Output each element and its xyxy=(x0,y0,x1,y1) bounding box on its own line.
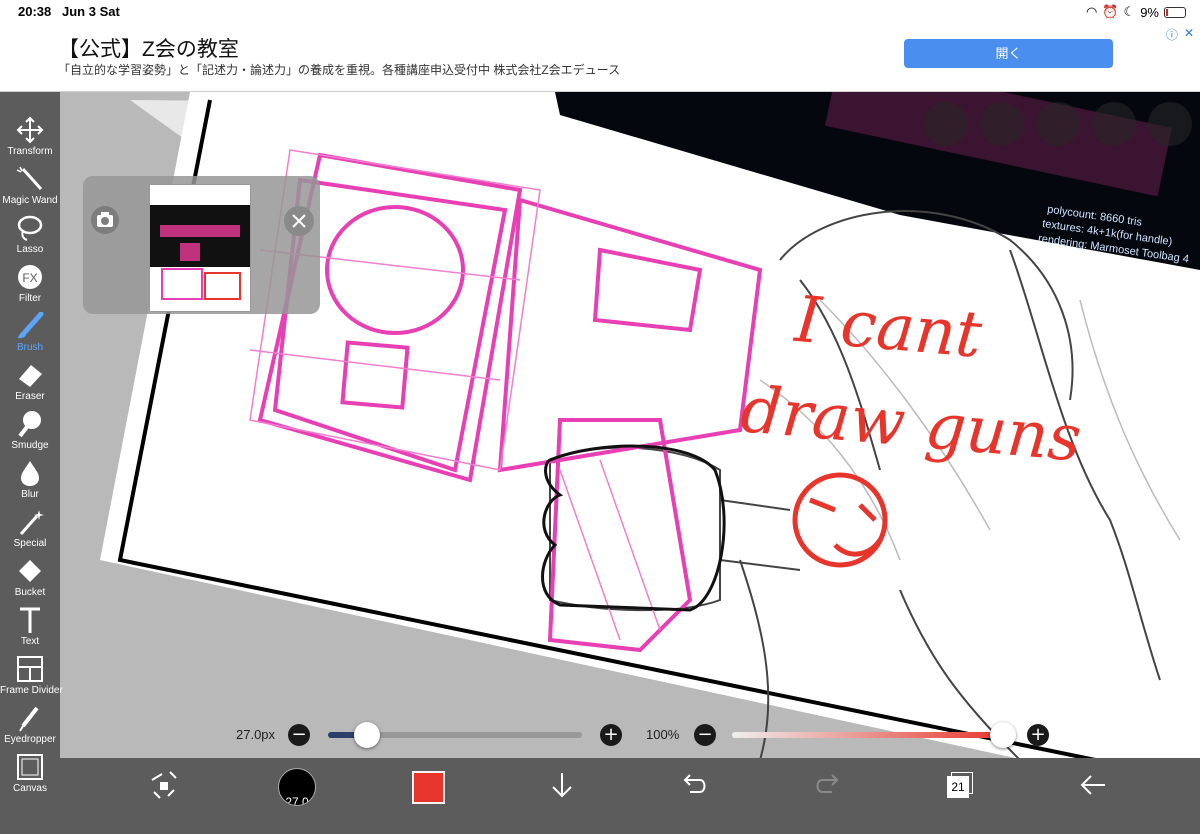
brush-icon xyxy=(17,312,44,339)
reference-image-icon[interactable] xyxy=(1148,102,1192,146)
tool-label: Bucket xyxy=(14,587,46,598)
ad-description: 「自立的な学習姿勢」と「記述力・論述力」の養成を重視。各種講座申込受付中 株式会… xyxy=(58,63,621,77)
smudge-icon xyxy=(18,411,41,438)
tool-brush[interactable]: Brush xyxy=(0,312,60,360)
battery-percent: 9% xyxy=(1140,4,1159,20)
opacity-slider-track[interactable] xyxy=(732,732,1006,738)
eyedropper-icon xyxy=(19,706,39,732)
text-icon xyxy=(20,607,40,633)
tool-label: Eyedropper xyxy=(4,734,56,745)
opacity-slider-knob[interactable] xyxy=(990,722,1016,748)
back-arrow-icon xyxy=(1080,775,1105,795)
opacity-increase-button[interactable]: + xyxy=(1027,724,1049,746)
size-slider-knob[interactable] xyxy=(354,722,380,748)
toggle-icon[interactable] xyxy=(924,102,968,146)
swap-brush-eraser-icon xyxy=(151,771,177,799)
tool-transform[interactable]: Transform xyxy=(0,116,60,164)
tool-label: Brush xyxy=(16,342,44,353)
swap-tool-button[interactable] xyxy=(148,770,178,808)
tool-label: Canvas xyxy=(13,783,47,794)
frame-divider-icon xyxy=(17,656,43,682)
tool-blur[interactable]: Blur xyxy=(0,459,60,507)
status-icons: ◠ ⏰ ☾ 9% xyxy=(1086,4,1186,20)
tool-bucket[interactable]: Bucket xyxy=(0,557,60,605)
tool-magic-wand[interactable]: Magic Wand xyxy=(0,165,60,213)
tool-special[interactable]: Special xyxy=(0,508,60,556)
sparkle-icon xyxy=(19,510,44,535)
redo-icon xyxy=(816,774,839,793)
navigator-panel[interactable] xyxy=(83,176,320,314)
svg-text:FX: FX xyxy=(22,271,37,285)
move-arrows-icon xyxy=(16,116,44,144)
tool-label: Text xyxy=(20,636,40,647)
tool-canvas[interactable]: Canvas xyxy=(0,753,60,801)
ad-close-icon[interactable]: ✕ xyxy=(1184,26,1194,43)
size-decrease-button[interactable]: − xyxy=(288,724,310,746)
tool-eraser[interactable]: Eraser xyxy=(0,361,60,409)
ad-info-icon[interactable]: ⓘ xyxy=(1166,26,1178,43)
tool-label: Blur xyxy=(21,489,39,500)
bottom-toolbar: 27.0 21 xyxy=(60,758,1200,834)
back-button[interactable] xyxy=(1078,770,1108,808)
undo-button[interactable] xyxy=(680,770,708,808)
bucket-icon xyxy=(19,560,41,582)
tool-label: Lasso xyxy=(16,244,44,255)
ad-banner[interactable]: 【公式】Z会の教室 「自立的な学習姿勢」と「記述力・論述力」の養成を重視。各種講… xyxy=(0,24,1200,92)
download-button[interactable] xyxy=(548,770,576,808)
eraser-icon xyxy=(19,365,42,387)
navigator-preview[interactable] xyxy=(149,184,251,312)
tool-lasso[interactable]: Lasso xyxy=(0,214,60,262)
selection-icon[interactable] xyxy=(980,102,1024,146)
clock: 20:38 xyxy=(18,4,52,19)
battery-icon xyxy=(1164,6,1186,18)
tool-label: Special xyxy=(13,538,47,549)
layer-count: 21 xyxy=(947,776,969,798)
size-increase-button[interactable]: + xyxy=(600,724,622,746)
close-icon[interactable] xyxy=(284,206,314,236)
alarm-icon: ⏰ xyxy=(1102,4,1119,19)
tool-filter[interactable]: FX Filter xyxy=(0,263,60,311)
droplet-icon xyxy=(21,461,39,486)
magic-wand-icon xyxy=(16,166,43,191)
opacity-label: 100% xyxy=(646,727,680,742)
redo-button[interactable] xyxy=(814,770,842,808)
brush-sliders: 27.0px − + 100% − + xyxy=(60,714,1200,758)
hand-icon[interactable] xyxy=(1036,102,1080,146)
ruler-icon[interactable] xyxy=(1092,102,1136,146)
status-bar: 20:38 Jun 3 Sat ◠ ⏰ ☾ 9% xyxy=(0,0,1200,24)
tool-label: Eraser xyxy=(15,391,45,402)
tool-smudge[interactable]: Smudge xyxy=(0,410,60,458)
canvas-controls xyxy=(920,100,1200,150)
ad-title: 【公式】Z会の教室 xyxy=(58,38,239,61)
ad-open-button[interactable]: 開く xyxy=(904,39,1113,68)
moon-icon: ☾ xyxy=(1123,4,1136,19)
date: Jun 3 Sat xyxy=(62,4,120,19)
lasso-icon xyxy=(17,215,43,241)
tool-label: Magic Wand xyxy=(2,195,58,206)
color-swatch[interactable] xyxy=(412,771,445,804)
tool-label: Frame Divider xyxy=(0,685,63,696)
down-arrow-icon xyxy=(552,773,572,798)
brush-size-label: 27.0px xyxy=(236,727,276,742)
brush-size-button[interactable]: 27.0 xyxy=(278,768,316,806)
fx-icon: FX xyxy=(18,265,42,289)
tool-text[interactable]: Text xyxy=(0,606,60,654)
tool-label: Filter xyxy=(18,293,42,304)
tool-label: Smudge xyxy=(11,440,49,451)
tool-rail: Transform Magic Wand Lasso FX Filter Bru… xyxy=(0,92,63,834)
opacity-decrease-button[interactable]: − xyxy=(694,724,716,746)
canvas-icon xyxy=(17,754,43,780)
undo-icon xyxy=(683,774,706,793)
tool-label: Transform xyxy=(7,146,53,157)
brush-size-badge: 27.0 xyxy=(285,795,309,806)
tool-eyedropper[interactable]: Eyedropper xyxy=(0,704,60,752)
layers-button[interactable]: 21 xyxy=(947,772,973,798)
wifi-icon: ◠ xyxy=(1086,4,1098,19)
camera-icon[interactable] xyxy=(91,206,119,234)
tool-frame-divider[interactable]: Frame Divider xyxy=(0,655,63,703)
